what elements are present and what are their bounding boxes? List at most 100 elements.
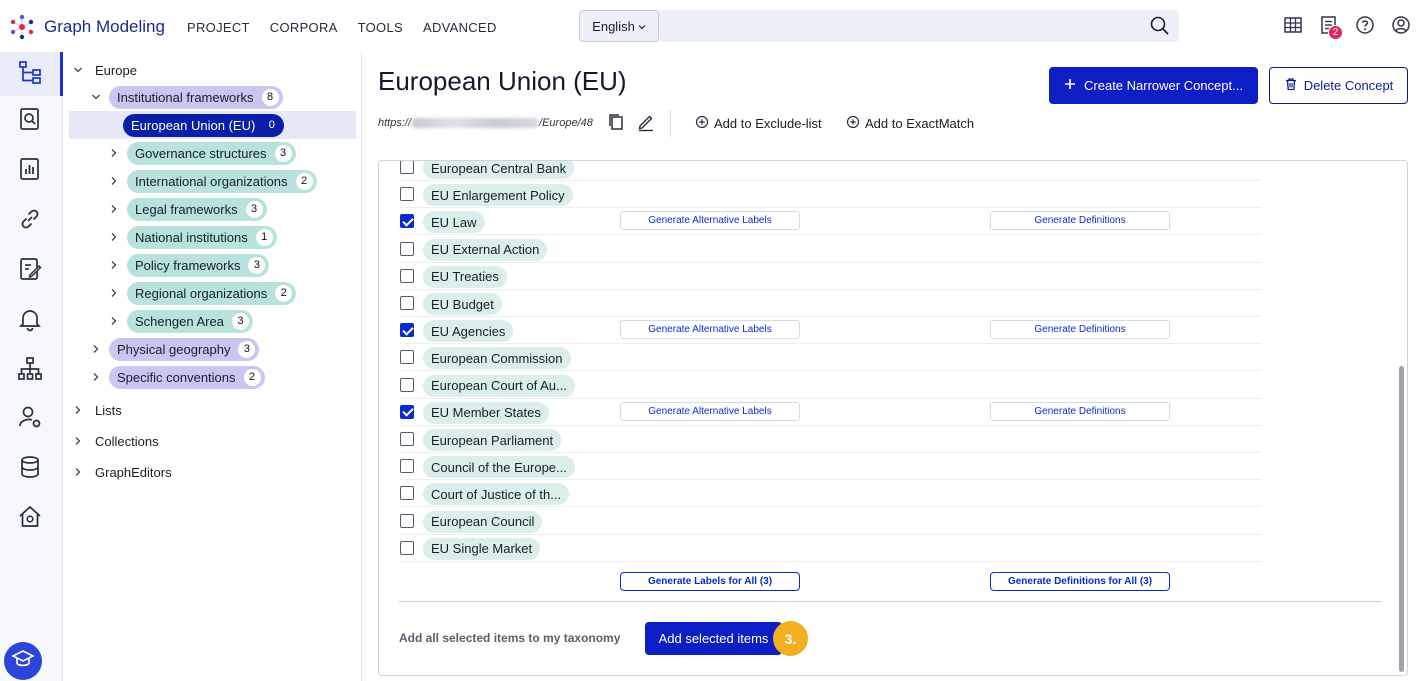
- item-checkbox[interactable]: [400, 513, 414, 528]
- list-item[interactable]: European Court of Au...: [399, 372, 1261, 399]
- item-label[interactable]: European Central Bank: [423, 161, 575, 179]
- chevron-right-icon[interactable]: [107, 230, 121, 244]
- chevron-right-icon[interactable]: [71, 434, 85, 448]
- tree-pill[interactable]: Legal frameworks 3: [127, 197, 267, 221]
- nav-advanced[interactable]: ADVANCED: [423, 20, 497, 35]
- tree-item-collections[interactable]: Collections: [71, 428, 159, 454]
- tree-pill[interactable]: Institutional frameworks 8: [109, 85, 283, 109]
- chevron-right-icon[interactable]: [71, 465, 85, 479]
- pencil-edit-icon[interactable]: [636, 112, 656, 137]
- item-label[interactable]: Court of Justice of th...: [423, 483, 570, 506]
- list-item[interactable]: EU Treaties: [399, 263, 1261, 290]
- tree-item-legal-frameworks[interactable]: Legal frameworks 3: [107, 196, 267, 222]
- item-label[interactable]: European Parliament: [423, 429, 562, 451]
- tasks-list-icon[interactable]: 2: [1318, 14, 1343, 40]
- item-checkbox[interactable]: [400, 404, 414, 419]
- generate-definitions-button[interactable]: Generate Definitions: [990, 211, 1170, 231]
- generate-definitions-for-all-button[interactable]: Generate Definitions for All (3): [990, 572, 1170, 591]
- list-item[interactable]: Court of Justice of th...: [399, 480, 1261, 508]
- rail-taxonomy[interactable]: [0, 52, 63, 96]
- chevron-down-icon[interactable]: [71, 63, 85, 77]
- scrollbar[interactable]: [1399, 366, 1404, 672]
- nav-corpora[interactable]: CORPORA: [270, 20, 338, 35]
- tree-item-specific-conventions[interactable]: Specific conventions 2: [89, 364, 265, 390]
- item-label[interactable]: European Council: [423, 510, 543, 533]
- item-checkbox[interactable]: [400, 540, 414, 555]
- list-item[interactable]: EU Budget: [399, 290, 1261, 317]
- item-checkbox[interactable]: [400, 350, 414, 365]
- item-label[interactable]: EU External Action: [423, 238, 548, 261]
- add-to-exactmatch-button[interactable]: Add to ExactMatch: [846, 115, 974, 132]
- tree-item-governance-structures[interactable]: Governance structures 3: [107, 140, 296, 166]
- tree-item-national-institutions[interactable]: National institutions 1: [107, 224, 277, 250]
- chevron-right-icon[interactable]: [107, 314, 121, 328]
- item-label[interactable]: EU Treaties: [423, 265, 507, 288]
- item-checkbox[interactable]: [400, 296, 414, 310]
- tree-item-schengen-area[interactable]: Schengen Area 3: [107, 308, 253, 334]
- rail-database[interactable]: [0, 447, 60, 491]
- item-label[interactable]: European Court of Au...: [423, 374, 575, 397]
- tree-item-physical-geography[interactable]: Physical geography 3: [89, 336, 260, 362]
- rail-home-settings[interactable]: [0, 497, 60, 541]
- language-select[interactable]: English: [579, 10, 659, 42]
- item-label[interactable]: EU Budget: [423, 293, 502, 315]
- chevron-right-icon[interactable]: [107, 202, 121, 216]
- nav-tools[interactable]: TOOLS: [358, 20, 403, 35]
- item-checkbox[interactable]: [400, 323, 414, 338]
- item-checkbox[interactable]: [400, 486, 414, 501]
- list-item[interactable]: EU Enlargement Policy: [399, 181, 1261, 209]
- tree-pill[interactable]: Specific conventions 2: [109, 365, 265, 389]
- item-label[interactable]: EU Agencies: [423, 320, 514, 343]
- generate-alternative-labels-button[interactable]: Generate Alternative Labels: [620, 211, 800, 231]
- rail-reports[interactable]: [0, 149, 60, 193]
- generate-definitions-button[interactable]: Generate Definitions: [990, 320, 1170, 340]
- item-label[interactable]: EU Member States: [423, 401, 549, 424]
- item-checkbox[interactable]: [400, 241, 414, 256]
- rail-notifications[interactable]: [0, 299, 60, 343]
- list-item[interactable]: EU External Action: [399, 236, 1261, 263]
- search-icon[interactable]: [1149, 15, 1171, 42]
- list-item[interactable]: European Central Bank: [399, 161, 1261, 181]
- create-narrower-concept-button[interactable]: Create Narrower Concept...: [1049, 67, 1258, 104]
- rail-links[interactable]: [0, 199, 60, 243]
- rail-search-documents[interactable]: [0, 99, 60, 143]
- add-selected-items-button[interactable]: Add selected items: [645, 622, 782, 655]
- tree-pill[interactable]: Schengen Area 3: [127, 309, 253, 333]
- item-label[interactable]: Council of the Europe...: [423, 456, 575, 479]
- tree-pill[interactable]: Regional organizations 2: [127, 281, 297, 305]
- tree-pill[interactable]: Physical geography 3: [109, 337, 260, 361]
- tree-pill[interactable]: Policy frameworks 3: [127, 253, 270, 277]
- chevron-right-icon[interactable]: [107, 258, 121, 272]
- add-to-exclude-list-button[interactable]: Add to Exclude-list: [695, 115, 822, 132]
- rail-editor[interactable]: [0, 249, 60, 293]
- list-item[interactable]: EU Member States Generate Alternative Lab…: [399, 399, 1261, 426]
- generate-labels-for-all-button[interactable]: Generate Labels for All (3): [620, 572, 800, 591]
- list-item[interactable]: EU Agencies Generate Alternative Labels Ge…: [399, 317, 1261, 345]
- delete-concept-button[interactable]: Delete Concept: [1269, 67, 1408, 104]
- tree-item-policy-frameworks[interactable]: Policy frameworks 3: [107, 252, 270, 278]
- tree-item-grapheditors[interactable]: GraphEditors: [71, 459, 172, 485]
- list-item[interactable]: European Parliament: [399, 426, 1261, 453]
- item-label[interactable]: European Commission: [423, 347, 571, 370]
- nav-project[interactable]: PROJECT: [187, 20, 250, 35]
- tree-item-institutional-frameworks[interactable]: Institutional frameworks 8: [89, 84, 283, 110]
- tree-item-europe[interactable]: Europe: [71, 57, 137, 83]
- generate-definitions-button[interactable]: Generate Definitions: [990, 401, 1170, 421]
- list-item[interactable]: European Commission: [399, 344, 1261, 372]
- tree-item-european-union[interactable]: European Union (EU) 0: [123, 112, 285, 138]
- item-label[interactable]: EU Single Market: [423, 537, 541, 560]
- tree-pill-selected[interactable]: European Union (EU) 0: [123, 113, 285, 137]
- user-account-icon[interactable]: [1390, 14, 1412, 36]
- brand[interactable]: Graph Modeling: [8, 13, 165, 41]
- chevron-right-icon[interactable]: [71, 403, 85, 417]
- tree-item-international-organizations[interactable]: International organizations 2: [107, 168, 317, 194]
- copy-icon[interactable]: [606, 112, 626, 137]
- tree-item-regional-organizations[interactable]: Regional organizations 2: [107, 280, 297, 306]
- item-checkbox[interactable]: [400, 432, 414, 446]
- tree-item-lists[interactable]: Lists: [71, 397, 122, 423]
- item-checkbox[interactable]: [400, 214, 414, 229]
- chevron-right-icon[interactable]: [89, 342, 103, 356]
- item-checkbox[interactable]: [400, 187, 414, 202]
- help-icon[interactable]: [1354, 14, 1376, 36]
- item-checkbox[interactable]: [400, 377, 414, 392]
